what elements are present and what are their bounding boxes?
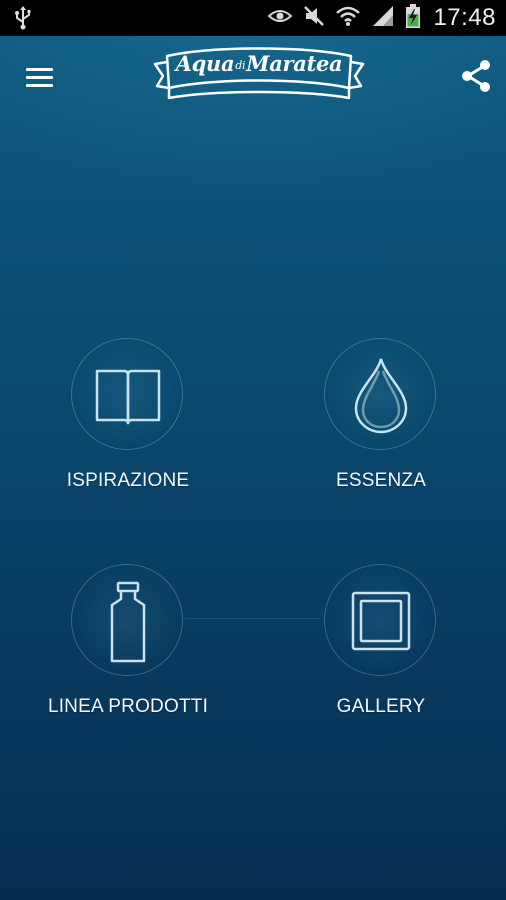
menu-label: ESSENZA [335,470,427,491]
wifi-icon [335,5,361,32]
book-icon [71,338,183,450]
menu-label: GALLERY [336,696,426,717]
menu-label: LINEA PRODOTTI [47,696,209,717]
water-drop-icon [324,338,436,450]
signal-icon [371,5,395,32]
logo-text-maratea: Maratea [246,51,343,76]
battery-charging-icon [405,3,421,34]
app-logo: AquadiMaratea [153,42,365,108]
hamburger-menu-icon[interactable] [14,56,66,96]
mute-icon [303,5,325,32]
logo-text-aqua: Aqua [175,51,235,76]
bottle-icon [71,564,183,676]
usb-icon [12,0,34,36]
gallery-frame-icon [324,564,436,676]
home-screen: AquadiMaratea ISPIRAZIONE ESSENZA LINEA … [0,36,506,900]
menu-label: ISPIRAZIONE [66,470,190,491]
status-bar: 17:48 [0,0,506,36]
status-time: 17:48 [433,4,496,31]
eye-icon [267,7,293,30]
share-icon[interactable] [454,54,498,98]
logo-text-di: di [235,59,246,72]
divider-line [185,618,321,619]
